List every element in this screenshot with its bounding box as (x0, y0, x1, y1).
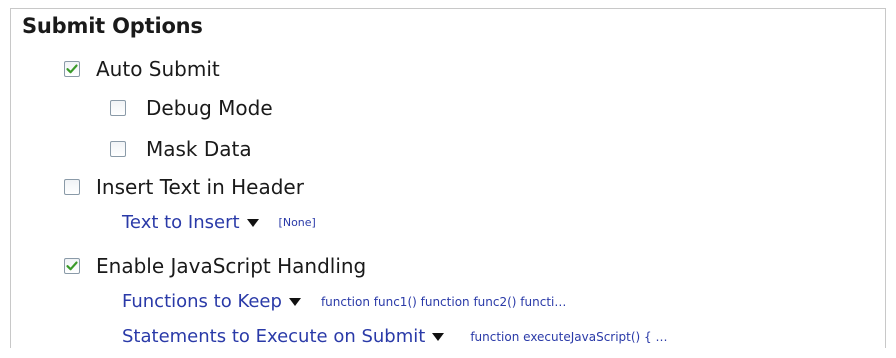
insert-text-header-label: Insert Text in Header (96, 175, 304, 199)
enable-js-checkbox[interactable] (64, 258, 80, 274)
text-to-insert-property[interactable]: Text to Insert [None] (122, 212, 316, 233)
debug-mode-label: Debug Mode (146, 96, 273, 120)
dropdown-caret-icon[interactable] (432, 332, 445, 341)
dropdown-caret-icon[interactable] (288, 297, 301, 306)
enable-js-label: Enable JavaScript Handling (96, 254, 367, 278)
dropdown-caret-icon[interactable] (246, 218, 259, 227)
debug-mode-checkbox[interactable] (110, 100, 126, 116)
checkmark-icon (66, 261, 78, 271)
auto-submit-label: Auto Submit (96, 57, 220, 81)
statements-on-submit-property[interactable]: Statements to Execute on Submit function… (122, 326, 668, 347)
debug-mode-option[interactable]: Debug Mode (110, 96, 273, 120)
statements-on-submit-value: function executeJavaScript() { … (470, 329, 668, 344)
text-to-insert-label[interactable]: Text to Insert (122, 212, 240, 233)
mask-data-checkbox[interactable] (110, 141, 126, 157)
section-title: Submit Options (22, 14, 203, 38)
mask-data-option[interactable]: Mask Data (110, 137, 252, 161)
enable-js-option[interactable]: Enable JavaScript Handling (64, 254, 366, 278)
insert-text-header-option[interactable]: Insert Text in Header (64, 175, 304, 199)
checkmark-icon (66, 64, 78, 74)
functions-to-keep-property[interactable]: Functions to Keep function func1() funct… (122, 291, 566, 312)
auto-submit-checkbox[interactable] (64, 61, 80, 77)
auto-submit-option[interactable]: Auto Submit (64, 57, 220, 81)
functions-to-keep-value: function func1() function func2() functi… (320, 294, 567, 309)
statements-on-submit-label[interactable]: Statements to Execute on Submit (122, 326, 425, 347)
functions-to-keep-label[interactable]: Functions to Keep (122, 291, 282, 312)
text-to-insert-value: [None] (278, 216, 316, 229)
mask-data-label: Mask Data (146, 137, 252, 161)
insert-text-header-checkbox[interactable] (64, 179, 80, 195)
